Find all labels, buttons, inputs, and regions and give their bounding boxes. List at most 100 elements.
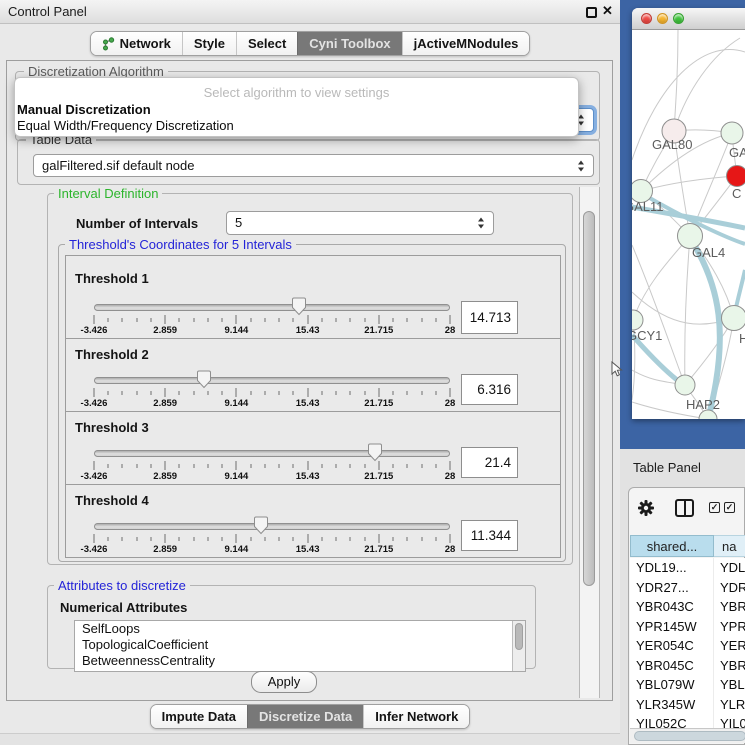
gear-icon[interactable] [637,499,655,522]
tab-infer-network[interactable]: Infer Network [363,705,469,728]
threshold-value-field[interactable]: 6.316 [461,374,518,405]
table-hscrollbar-thumb[interactable] [634,731,745,741]
tick-mark [236,388,237,397]
panel-scrollbar[interactable] [579,187,600,698]
cell-shared-name[interactable]: YBR043C [630,597,714,617]
cell-shared-name[interactable]: YBR045C [630,656,714,676]
slider-track[interactable] [94,377,450,384]
apply-button[interactable]: Apply [251,671,317,693]
popup-item-equal-width-frequency-discretization[interactable]: Equal Width/Frequency Discretization [17,118,234,133]
tick-mark [165,388,166,397]
zoom-traffic-light-icon[interactable] [673,13,684,24]
list-scrollbar-thumb[interactable] [515,623,523,650]
numerical-attributes-list[interactable]: SelfLoopsTopologicalCoefficientBetweenne… [74,620,526,672]
tick-mark [236,534,237,543]
minimize-traffic-light-icon[interactable] [657,13,668,24]
table-hscrollbar[interactable] [630,728,745,743]
slider-track[interactable] [94,450,450,457]
table-row[interactable]: YDL19...YDL1 [630,558,745,578]
cell-name[interactable]: YBL0 [714,675,745,695]
bottom-strip [0,733,620,745]
network-canvas[interactable]: GAL80 GA C GAL11 GAL4 GCY1 H HAP2 [632,30,745,419]
table-row[interactable]: YBR043CYBR0 [630,597,745,617]
checkbox-icon[interactable]: ✓ [724,502,735,513]
slider-track[interactable] [94,304,450,311]
node-hap2[interactable] [675,375,695,395]
column-header-shared-name[interactable]: shared... [630,535,714,557]
tab-label: Impute Data [162,709,236,724]
cell-name[interactable]: YPR1 [714,617,745,637]
attribute-item-selfloops[interactable]: SelfLoops [75,621,525,637]
table-row[interactable]: YBR045CYBR0 [630,656,745,676]
table-row[interactable]: YLR345WYLR3 [630,695,745,715]
tick-label: 9.144 [225,325,249,336]
threshold-value-field[interactable]: 11.344 [461,520,518,551]
tick-mark [421,391,422,395]
tab-network[interactable]: Network [91,32,182,55]
node-top-right[interactable] [721,122,743,144]
threshold-value-field[interactable]: 21.4 [461,447,518,478]
slider-thumb[interactable] [196,370,212,389]
table-header: shared... na [630,535,745,557]
cell-shared-name[interactable]: YDL19... [630,558,714,578]
tick-mark [108,318,109,322]
tab-label: Infer Network [375,709,458,724]
cell-shared-name[interactable]: YPR145W [630,617,714,637]
cell-shared-name[interactable]: YLR345W [630,695,714,715]
cell-shared-name[interactable]: YIL052C [630,714,714,728]
node-right-mid[interactable] [722,306,745,331]
cell-name[interactable]: YDR2 [714,578,745,598]
column-header-name[interactable]: na [714,535,745,557]
close-traffic-light-icon[interactable] [641,13,652,24]
tick-mark [122,464,123,468]
split-columns-icon[interactable] [675,499,694,517]
slider-track[interactable] [94,523,450,530]
attribute-item-topologicalcoefficient[interactable]: TopologicalCoefficient [75,637,525,653]
cell-name[interactable]: YLR3 [714,695,745,715]
table-row[interactable]: YER054CYER0 [630,636,745,656]
cell-shared-name[interactable]: YDR27... [630,578,714,598]
cell-name[interactable]: YBR0 [714,656,745,676]
table-data-select[interactable]: galFiltered.sif default node [33,154,594,177]
slider-thumb[interactable] [367,443,383,462]
cell-shared-name[interactable]: YER054C [630,636,714,656]
tick-label: 15.43 [296,471,320,482]
tick-mark [336,391,337,395]
cell-name[interactable]: YER0 [714,636,745,656]
list-scrollbar[interactable] [512,621,525,671]
cell-name[interactable]: YBR0 [714,597,745,617]
tick-mark [407,464,408,468]
slider-thumb[interactable] [253,516,269,535]
tick-label: 28 [445,325,456,336]
cell-name[interactable]: YDL1 [714,558,745,578]
tab-cyni-toolbox[interactable]: Cyni Toolbox [297,32,401,55]
table-row[interactable]: YPR145WYPR1 [630,617,745,637]
popup-item-manual-discretization[interactable]: Manual Discretization [17,102,151,117]
float-window-icon[interactable] [586,7,597,18]
number-of-intervals-select[interactable]: 5 [226,211,494,235]
combo-arrows-icon [478,217,485,230]
threshold-value-field[interactable]: 14.713 [461,301,518,334]
tab-label: jActiveMNodules [414,36,519,51]
slider-thumb[interactable] [291,297,307,316]
node-gcy1[interactable] [632,310,643,330]
cell-shared-name[interactable]: YBL079W [630,675,714,695]
threshold-slider-4 [94,523,450,531]
tab-impute-data[interactable]: Impute Data [151,705,247,728]
tab-style[interactable]: Style [182,32,236,55]
number-of-intervals-value: 5 [235,215,242,230]
table-row[interactable]: YBL079WYBL0 [630,675,745,695]
cell-name[interactable]: YIL0 [714,714,745,728]
node-red-selected[interactable] [727,166,745,187]
tab-jactivemnodules[interactable]: jActiveMNodules [402,32,530,55]
tab-discretize-data[interactable]: Discretize Data [247,705,363,728]
attribute-item-betweennesscentrality[interactable]: BetweennessCentrality [75,653,525,669]
tab-select[interactable]: Select [236,32,297,55]
panel-scrollbar-thumb[interactable] [583,211,595,586]
tick-mark [207,537,208,541]
top-tab-group: NetworkStyleSelectCyni Toolbox jActiveMNo… [90,31,531,56]
close-icon[interactable]: ✕ [602,3,613,19]
table-row[interactable]: YIL052CYIL0 [630,714,745,728]
table-row[interactable]: YDR27...YDR2 [630,578,745,598]
checkbox-icon[interactable]: ✓ [709,502,720,513]
